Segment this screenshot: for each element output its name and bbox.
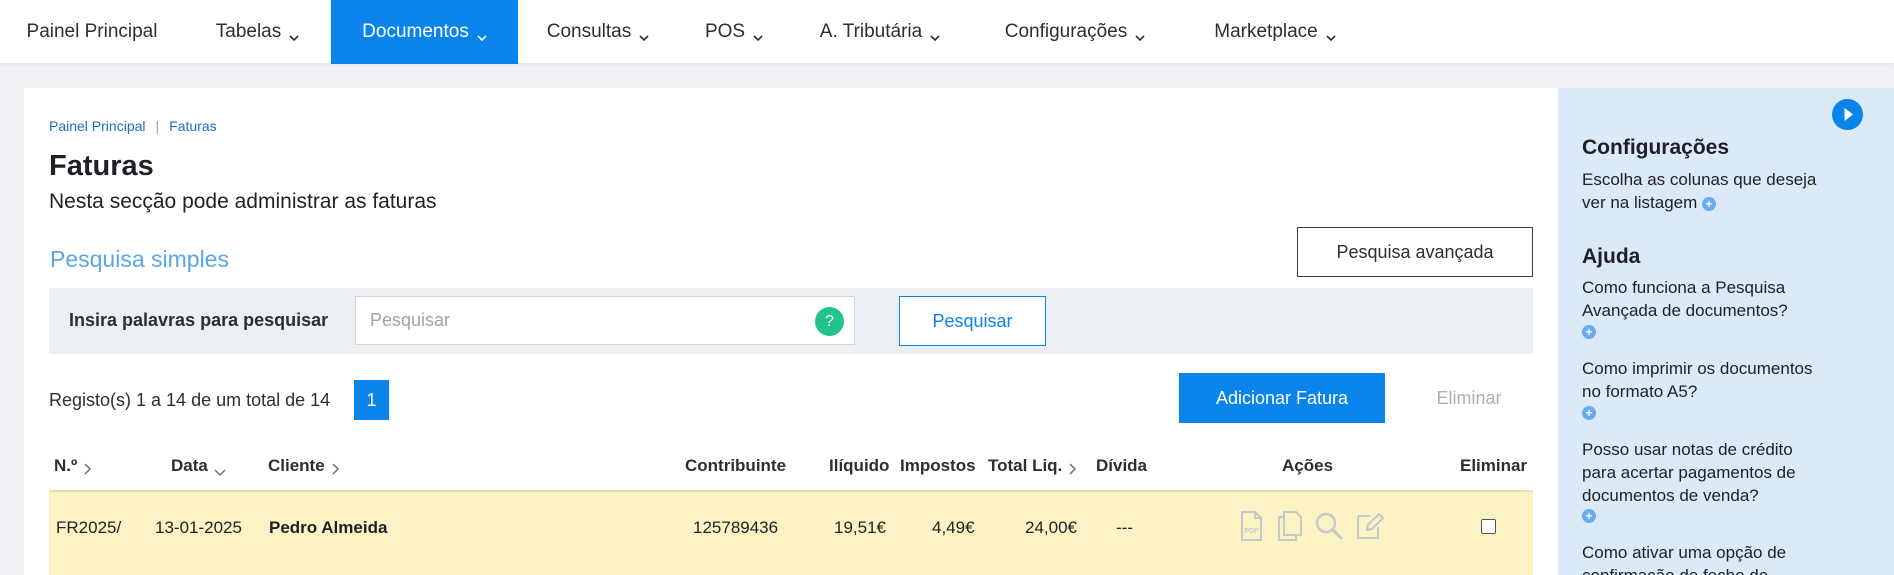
help-sidebar: Configurações Escolha as colunas que des… — [1558, 88, 1894, 575]
help-item[interactable]: Posso usar notas de crédito para acertar… — [1582, 438, 1822, 507]
search-bar: Insira palavras para pesquisar ? Pesquis… — [49, 288, 1533, 354]
breadcrumb-separator: | — [155, 118, 160, 134]
cell-impostos: 4,49€ — [932, 518, 975, 537]
breadcrumb: Painel Principal | Faturas — [49, 118, 217, 134]
cell-numero: FR2025/ — [56, 518, 122, 537]
column-header-contribuinte: Contribuinte — [685, 456, 787, 475]
simple-search-title: Pesquisa simples — [50, 246, 229, 272]
nav-label: Marketplace — [1214, 21, 1318, 42]
help-title: Ajuda — [1582, 245, 1641, 268]
help-item[interactable]: Como ativar uma opção de confirmação de … — [1582, 541, 1822, 575]
chevron-down-icon — [639, 27, 649, 42]
edit-icon[interactable] — [1354, 510, 1384, 542]
header-label: Cliente — [268, 456, 325, 475]
nav-marketplace[interactable]: Marketplace — [1180, 0, 1370, 64]
advanced-search-button[interactable]: Pesquisa avançada — [1297, 227, 1533, 277]
help-item[interactable]: Como imprimir os documentos no formato A… — [1582, 357, 1822, 403]
nav-configuracoes[interactable]: Configurações — [970, 0, 1180, 64]
main-content: Painel Principal | Faturas Faturas Nesta… — [24, 88, 1558, 575]
nav-documentos[interactable]: Documentos — [331, 0, 518, 64]
config-title: Configurações — [1582, 136, 1730, 159]
nav-label: Painel Principal — [26, 21, 158, 42]
column-header-iliquido: Ilíquido — [829, 456, 890, 475]
chevron-right-icon — [83, 460, 92, 475]
nav-label: POS — [704, 21, 746, 42]
column-header-cliente[interactable]: Cliente — [268, 456, 340, 476]
help-item-label: Como funciona a Pesquisa Avançada de doc… — [1582, 278, 1788, 320]
nav-pos[interactable]: POS — [678, 0, 790, 64]
column-header-eliminar: Eliminar — [1460, 456, 1528, 475]
pagination-page-1[interactable]: 1 — [354, 380, 389, 420]
nav-label: Consultas — [546, 21, 632, 42]
help-item[interactable]: Como funciona a Pesquisa Avançada de doc… — [1582, 276, 1822, 322]
search-icon[interactable] — [1314, 510, 1344, 542]
search-label: Insira palavras para pesquisar — [69, 310, 329, 330]
column-header-divida: Dívida — [1096, 456, 1148, 475]
chevron-down-icon — [477, 27, 487, 42]
svg-text:PDF: PDF — [1245, 528, 1260, 535]
header-label: Total Liq. — [988, 456, 1063, 475]
breadcrumb-painel-principal[interactable]: Painel Principal — [49, 118, 146, 134]
cell-total: 24,00€ — [1025, 518, 1077, 537]
page-title: Faturas — [49, 150, 154, 182]
plus-icon[interactable]: + — [1582, 509, 1596, 523]
cell-data: 13-01-2025 — [155, 518, 242, 537]
plus-icon[interactable]: + — [1582, 406, 1596, 420]
nav-tabelas[interactable]: Tabelas — [184, 0, 331, 64]
chevron-right-icon — [331, 460, 340, 475]
header-label: N.º — [54, 456, 78, 475]
column-header-total[interactable]: Total Liq. — [988, 456, 1077, 476]
help-item-label: Como ativar uma opção de confirmação de … — [1582, 543, 1787, 575]
config-text: Escolha as colunas que deseja ver na lis… — [1582, 168, 1822, 214]
chevron-down-icon — [214, 462, 226, 476]
row-delete-checkbox[interactable] — [1481, 519, 1496, 534]
column-header-data[interactable]: Data — [171, 456, 226, 476]
nav-label: A. Tributária — [819, 21, 923, 42]
pdf-icon[interactable]: PDF — [1236, 510, 1266, 542]
records-count: Registo(s) 1 a 14 de um total de 14 — [49, 390, 331, 410]
nav-label: Configurações — [1004, 21, 1128, 42]
search-input[interactable] — [370, 297, 810, 344]
chevron-down-icon — [753, 27, 763, 42]
help-icon[interactable]: ? — [815, 307, 844, 336]
nav-painel-principal[interactable]: Painel Principal — [0, 0, 184, 64]
column-header-acoes: Ações — [1282, 456, 1334, 475]
delete-button[interactable]: Eliminar — [1409, 373, 1529, 423]
help-item-label: Posso usar notas de crédito para acertar… — [1582, 440, 1796, 505]
breadcrumb-faturas[interactable]: Faturas — [169, 118, 216, 134]
search-button[interactable]: Pesquisar — [899, 296, 1046, 346]
chevron-down-icon — [1326, 27, 1336, 42]
top-navigation: Painel Principal Tabelas Documentos Cons… — [0, 0, 1894, 64]
nav-consultas[interactable]: Consultas — [518, 0, 678, 64]
page-subtitle: Nesta secção pode administrar as faturas — [49, 190, 437, 213]
play-icon[interactable] — [1832, 99, 1863, 130]
nav-label: Documentos — [362, 21, 469, 42]
chevron-right-icon — [1068, 460, 1077, 475]
help-item-label: Como imprimir os documentos no formato A… — [1582, 359, 1813, 401]
plus-icon[interactable]: + — [1702, 196, 1717, 211]
header-label: Data — [171, 456, 208, 475]
nav-label: Tabelas — [215, 21, 282, 42]
copy-icon[interactable] — [1274, 510, 1304, 542]
column-header-impostos: Impostos — [900, 456, 976, 475]
add-invoice-button[interactable]: Adicionar Fatura — [1179, 373, 1385, 423]
chevron-down-icon — [289, 27, 299, 42]
search-input-wrapper: ? — [355, 296, 855, 345]
column-header-numero[interactable]: N.º — [54, 456, 92, 476]
chevron-down-icon — [1135, 27, 1145, 42]
cell-divida: --- — [1116, 518, 1133, 537]
cell-iliquido: 19,51€ — [834, 518, 886, 537]
nav-a-tributaria[interactable]: A. Tributária — [790, 0, 970, 64]
plus-icon[interactable]: + — [1582, 325, 1596, 339]
cell-cliente: Pedro Almeida — [269, 518, 388, 537]
cell-contribuinte: 125789436 — [693, 518, 779, 537]
chevron-down-icon — [930, 27, 940, 42]
config-text-label: Escolha as colunas que deseja ver na lis… — [1582, 170, 1817, 212]
